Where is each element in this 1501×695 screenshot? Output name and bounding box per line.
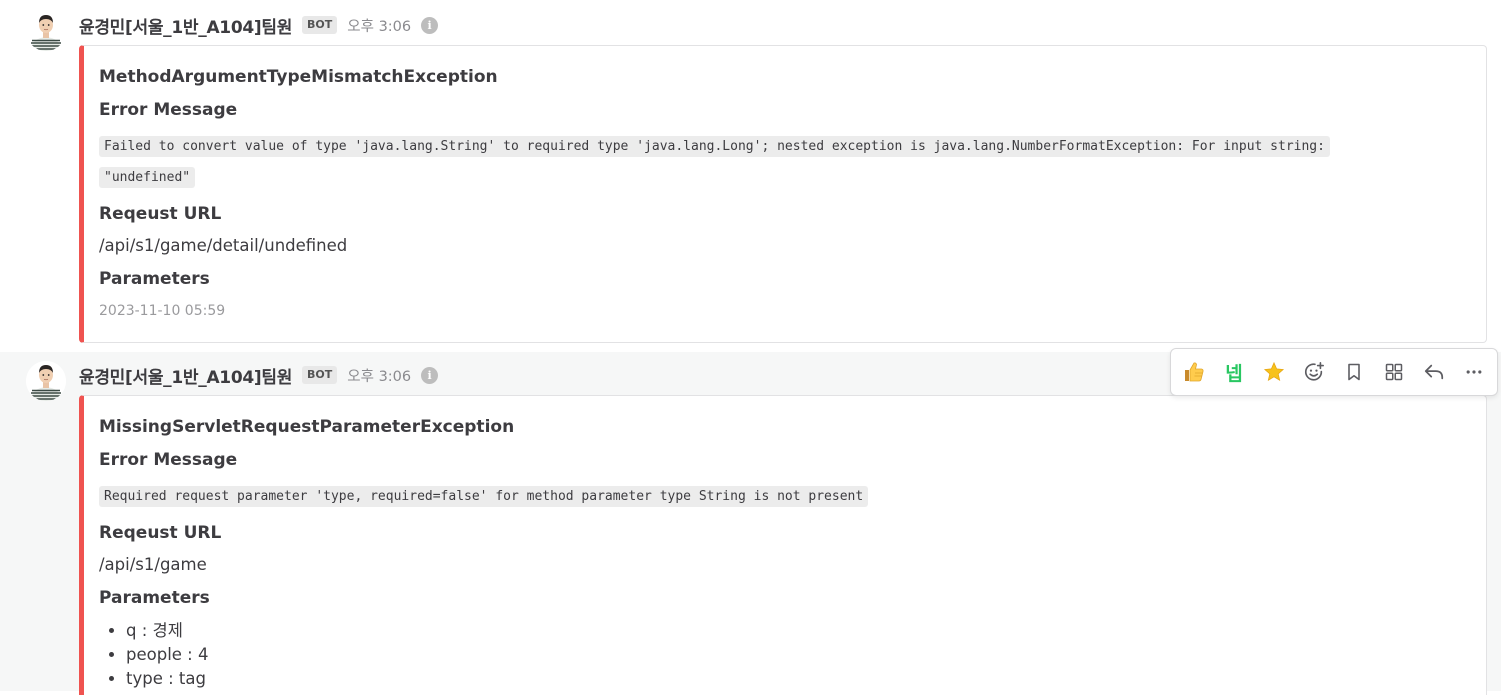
reply-button[interactable] xyxy=(1414,352,1454,392)
bot-badge: BOT xyxy=(302,366,338,384)
error-message-block: Failed to convert value of type 'java.la… xyxy=(99,130,1466,192)
more-icon xyxy=(1466,370,1482,374)
username[interactable]: 윤경민[서울_1반_A104]팀원 xyxy=(79,13,292,38)
error-message-code: Failed to convert value of type 'java.la… xyxy=(99,136,1330,188)
info-icon[interactable]: i xyxy=(421,366,439,384)
list-item: people : 4 xyxy=(126,643,1466,667)
parameters-label: Parameters xyxy=(99,588,210,608)
error-message-block: Required request parameter 'type, requir… xyxy=(99,480,1466,511)
bookmark-button[interactable] xyxy=(1334,352,1374,392)
username[interactable]: 윤경민[서울_1반_A104]팀원 xyxy=(79,363,292,388)
nep-reaction-button[interactable]: 넵 xyxy=(1214,352,1254,392)
request-url-value: /api/s1/game/detail/undefined xyxy=(99,236,348,255)
add-reaction-icon xyxy=(1304,362,1324,381)
message-action-toolbar: 넵 xyxy=(1170,348,1498,396)
message-header: 윤경민[서울_1반_A104]팀원 BOT 오후 3:06 i xyxy=(79,363,439,388)
avatar[interactable] xyxy=(26,11,66,51)
attachment-title: MethodArgumentTypeMismatchException xyxy=(99,67,498,87)
error-message-code: Required request parameter 'type, requir… xyxy=(99,486,869,507)
reply-icon xyxy=(1424,364,1444,380)
request-url-value: /api/s1/game xyxy=(99,555,207,574)
apps-button[interactable] xyxy=(1374,352,1414,392)
message-post-1: 윤경민[서울_1반_A104]팀원 BOT 오후 3:06 i MethodAr… xyxy=(0,0,1501,352)
message-attachment: MissingServletRequestParameterException … xyxy=(79,395,1487,695)
attachment-title: MissingServletRequestParameterException xyxy=(99,417,515,437)
list-item: type : tag xyxy=(126,667,1466,691)
add-reaction-button[interactable] xyxy=(1294,352,1334,392)
star-icon xyxy=(1263,361,1285,382)
info-icon[interactable]: i xyxy=(421,16,439,34)
grid-icon xyxy=(1385,363,1403,381)
attachment-timestamp: 2023-11-10 05:59 xyxy=(99,303,226,319)
bot-badge: BOT xyxy=(302,16,338,34)
request-url-label: Reqeust URL xyxy=(99,204,222,224)
message-header: 윤경민[서울_1반_A104]팀원 BOT 오후 3:06 i xyxy=(79,13,439,38)
error-message-line-2: "undefined" xyxy=(104,170,191,185)
parameters-list: q : 경제 people : 4 type : tag xyxy=(99,619,1466,691)
star-reaction-button[interactable] xyxy=(1254,352,1294,392)
error-message-label: Error Message xyxy=(99,100,238,120)
nep-icon: 넵 xyxy=(1225,362,1243,385)
bookmark-icon xyxy=(1348,363,1360,381)
avatar[interactable] xyxy=(26,361,66,401)
thumbs-up-icon xyxy=(1185,362,1204,382)
message-attachment: MethodArgumentTypeMismatchException Erro… xyxy=(79,45,1487,343)
thumbs-up-reaction-button[interactable] xyxy=(1174,352,1214,392)
message-time[interactable]: 오후 3:06 xyxy=(347,365,411,386)
list-item: q : 경제 xyxy=(126,619,1466,643)
error-message-label: Error Message xyxy=(99,450,238,470)
message-post-2: 윤경민[서울_1반_A104]팀원 BOT 오후 3:06 i MissingS… xyxy=(0,352,1501,695)
message-time[interactable]: 오후 3:06 xyxy=(347,15,411,36)
avatar-image xyxy=(26,361,66,401)
request-url-label: Reqeust URL xyxy=(99,523,222,543)
more-actions-button[interactable] xyxy=(1454,352,1494,392)
error-message-line-1: Failed to convert value of type 'java.la… xyxy=(104,139,1325,154)
avatar-image xyxy=(26,11,66,51)
parameters-label: Parameters xyxy=(99,269,210,289)
